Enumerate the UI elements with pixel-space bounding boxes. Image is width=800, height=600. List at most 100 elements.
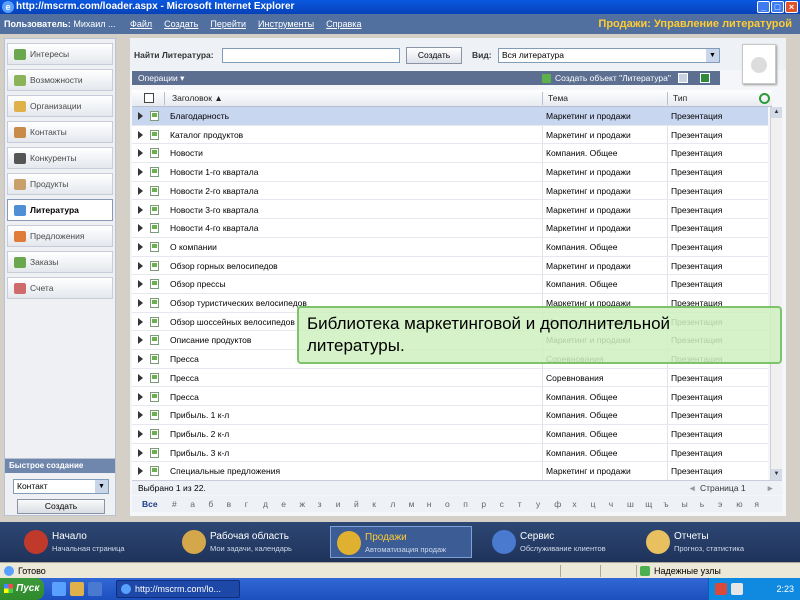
table-row[interactable]: Новости 1-го квартала Маркетинг и продажи…	[132, 163, 768, 182]
alphabet-letter[interactable]: о	[445, 496, 450, 512]
alphabet-letter[interactable]: #	[172, 496, 177, 512]
nav-item[interactable]: Литература	[7, 199, 113, 221]
alphabet-letter[interactable]: э	[718, 496, 722, 512]
row-title[interactable]: Прибыль. 3 к-л	[170, 448, 229, 458]
expand-row-icon[interactable]	[138, 280, 143, 289]
user-name[interactable]: Михаил ...	[73, 19, 115, 29]
alphabet-letter[interactable]: и	[336, 496, 341, 512]
nav-item[interactable]: Счета	[7, 277, 113, 299]
alphabet-letter[interactable]: я	[754, 496, 759, 512]
row-title[interactable]: Пресса	[170, 354, 199, 364]
expand-row-icon[interactable]	[138, 299, 143, 307]
alphabet-letter[interactable]: м	[409, 496, 415, 512]
column-subject[interactable]: Тема	[548, 90, 568, 107]
bottom-nav-item[interactable]: Сервис Обслуживание клиентов	[486, 526, 632, 558]
vertical-scrollbar[interactable]: ▲ ▼	[770, 107, 782, 480]
alphabet-letter[interactable]: к	[372, 496, 376, 512]
alphabet-letter[interactable]: й	[354, 496, 359, 512]
alphabet-letter[interactable]: п	[463, 496, 468, 512]
nav-item[interactable]: Организации	[7, 95, 113, 117]
scroll-down-icon[interactable]: ▼	[771, 469, 782, 480]
table-row[interactable]: Новости 3-го квартала Маркетинг и продажи…	[132, 201, 768, 220]
expand-row-icon[interactable]	[138, 130, 143, 139]
expand-row-icon[interactable]	[138, 242, 143, 251]
alphabet-letter[interactable]: с	[500, 496, 504, 512]
alphabet-letter[interactable]: з	[318, 496, 322, 512]
alphabet-letter[interactable]: л	[390, 496, 395, 512]
find-input[interactable]	[222, 48, 400, 63]
nav-item[interactable]: Контакты	[7, 121, 113, 143]
desktop-quicklaunch-icon[interactable]	[88, 582, 102, 596]
alphabet-letter[interactable]: ш	[627, 496, 634, 512]
bottom-nav-item[interactable]: Продажи Автоматизация продаж	[330, 526, 472, 558]
row-title[interactable]: Прибыль. 2 к-л	[170, 429, 229, 439]
alphabet-letter[interactable]: н	[427, 496, 432, 512]
row-title[interactable]: Новости 1-го квартала	[170, 167, 258, 177]
expand-row-icon[interactable]	[138, 261, 143, 270]
chevron-down-icon[interactable]: ▼	[706, 49, 719, 62]
menu-create[interactable]: Создать	[164, 14, 198, 34]
expand-row-icon[interactable]	[138, 411, 143, 420]
expand-row-icon[interactable]	[138, 149, 143, 158]
column-title[interactable]: Заголовок ▲	[172, 90, 223, 107]
table-row[interactable]: Новости 4-го квартала Маркетинг и продажи…	[132, 219, 768, 238]
bottom-nav-item[interactable]: Начало Начальная страница	[18, 526, 168, 558]
operations-menu[interactable]: Операции ▾	[138, 71, 184, 85]
table-row[interactable]: Обзор прессы Компания. Общее Презентация	[132, 275, 768, 294]
scroll-up-icon[interactable]: ▲	[771, 107, 782, 118]
alphabet-letter[interactable]: р	[481, 496, 486, 512]
taskbar-ie-window[interactable]: http://mscrm.com/lo...	[116, 580, 240, 598]
maximize-icon[interactable]: □	[771, 1, 784, 13]
nav-item[interactable]: Заказы	[7, 251, 113, 273]
alphabet-letter[interactable]: щ	[645, 496, 652, 512]
bottom-nav-item[interactable]: Отчеты Прогноз, статистика	[640, 526, 790, 558]
alphabet-all[interactable]: Все	[142, 496, 158, 512]
alphabet-letter[interactable]: ъ	[663, 496, 668, 512]
menu-go[interactable]: Перейти	[210, 14, 246, 34]
table-row[interactable]: О компании Компания. Общее Презентация	[132, 238, 768, 257]
menu-tools[interactable]: Инструменты	[258, 14, 314, 34]
table-row[interactable]: Новости 2-го квартала Маркетинг и продажи…	[132, 182, 768, 201]
alphabet-letter[interactable]: ю	[736, 496, 742, 512]
expand-row-icon[interactable]	[138, 336, 143, 345]
alphabet-letter[interactable]: ц	[591, 496, 596, 512]
expand-row-icon[interactable]	[138, 467, 143, 476]
table-row[interactable]: Пресса Компания. Общее Презентация	[132, 388, 768, 407]
alphabet-letter[interactable]: ч	[609, 496, 613, 512]
expand-row-icon[interactable]	[138, 373, 143, 382]
alphabet-letter[interactable]: г	[245, 496, 248, 512]
row-title[interactable]: Обзор туристических велосипедов	[170, 298, 307, 308]
speaker-icon[interactable]	[731, 583, 743, 595]
alphabet-letter[interactable]: б	[208, 496, 213, 512]
expand-row-icon[interactable]	[138, 205, 143, 214]
menu-help[interactable]: Справка	[326, 14, 361, 34]
print-icon[interactable]	[678, 73, 688, 83]
alphabet-letter[interactable]: ж	[299, 496, 305, 512]
table-row[interactable]: Прибыль. 2 к-л Компания. Общее Презентация	[132, 425, 768, 444]
row-title[interactable]: Новости 2-го квартала	[170, 186, 258, 196]
alphabet-letter[interactable]: ы	[682, 496, 688, 512]
alphabet-letter[interactable]: ф	[554, 496, 561, 512]
menu-file[interactable]: Файл	[130, 14, 152, 34]
row-title[interactable]: Обзор шоссейных велосипедов	[170, 317, 295, 327]
expand-row-icon[interactable]	[138, 317, 143, 326]
expand-row-icon[interactable]	[138, 355, 143, 364]
new-literature-button[interactable]: Создать объект "Литература"	[542, 71, 671, 85]
alphabet-letter[interactable]: а	[190, 496, 195, 512]
expand-row-icon[interactable]	[138, 112, 143, 120]
table-row[interactable]: Пресса Соревнования Презентация	[132, 369, 768, 388]
alphabet-letter[interactable]: д	[263, 496, 268, 512]
tray-icon[interactable]	[715, 583, 727, 595]
start-button[interactable]: Пуск	[0, 578, 44, 600]
table-row[interactable]: Обзор горных велосипедов Маркетинг и прод…	[132, 257, 768, 276]
quick-create-button[interactable]: Создать	[17, 499, 105, 514]
nav-item[interactable]: Возможности	[7, 69, 113, 91]
quick-create-select[interactable]: Контакт ▼	[13, 479, 109, 494]
explorer-quicklaunch-icon[interactable]	[70, 582, 84, 596]
row-title[interactable]: О компании	[170, 242, 217, 252]
excel-export-icon[interactable]	[700, 73, 710, 83]
find-create-button[interactable]: Создать	[406, 47, 462, 64]
select-all-checkbox[interactable]	[144, 93, 154, 103]
expand-row-icon[interactable]	[138, 429, 143, 438]
nav-item[interactable]: Продукты	[7, 173, 113, 195]
